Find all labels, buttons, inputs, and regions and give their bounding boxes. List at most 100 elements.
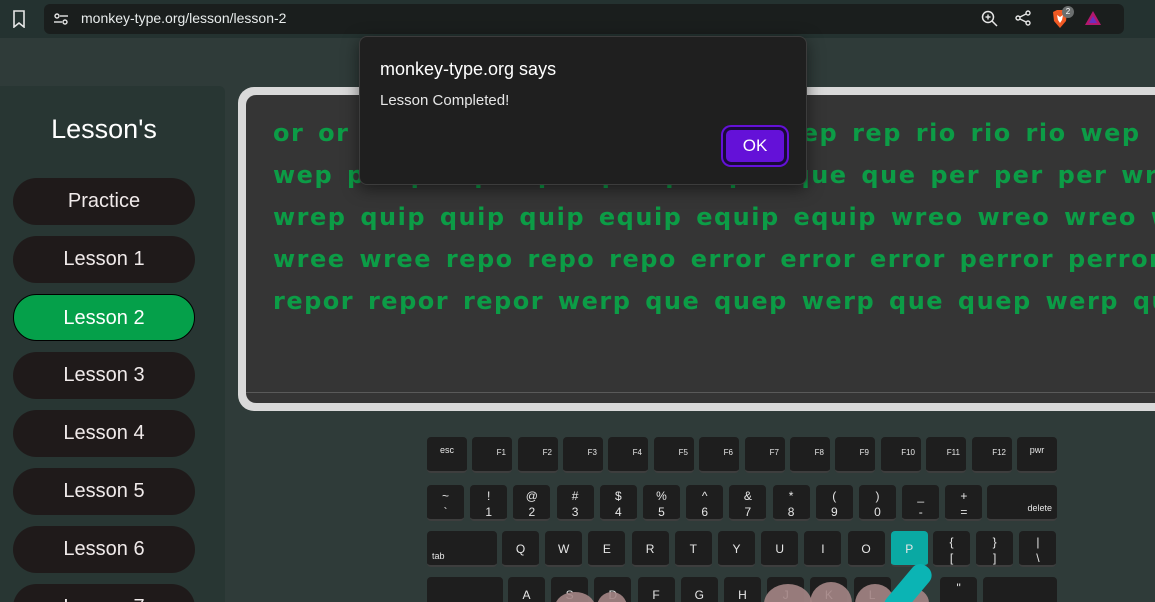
key-g[interactable]: G — [680, 577, 718, 602]
bookmark-icon[interactable] — [12, 10, 26, 28]
key-r[interactable]: R — [631, 531, 669, 567]
key-label: 2 — [528, 505, 536, 519]
key-t[interactable]: T — [674, 531, 712, 567]
key-bracket-0[interactable]: {[ — [933, 531, 970, 567]
key-label: ] — [993, 551, 997, 565]
key-number-10[interactable]: ) 0 — [859, 485, 896, 521]
key-label: [ — [949, 551, 954, 565]
key-label: pwr — [1029, 445, 1045, 455]
key-p[interactable]: P — [890, 531, 928, 567]
key-a[interactable]: A — [508, 577, 545, 602]
key-delete[interactable]: delete — [987, 485, 1057, 521]
key-shift-label: ~ — [441, 489, 449, 503]
typing-line-5: repor repor repor werp que quep werp que… — [273, 287, 1155, 315]
brave-rewards-icon[interactable] — [1084, 10, 1102, 26]
key-f11[interactable]: F11 — [926, 437, 966, 473]
zoom-icon[interactable] — [981, 10, 998, 27]
key-number-4[interactable]: $4 — [599, 485, 637, 521]
site-info-icon[interactable] — [53, 11, 69, 27]
key-bracket-1[interactable]: }] — [976, 531, 1014, 567]
key-label: R — [645, 542, 655, 556]
key-label: O — [861, 542, 871, 556]
key-f3[interactable]: F3 — [563, 437, 603, 473]
key-o[interactable]: O — [847, 531, 885, 567]
key-f10[interactable]: F10 — [881, 437, 921, 473]
key-label: 8 — [787, 505, 795, 519]
key-shift-label: ) — [875, 489, 880, 503]
key-number-1[interactable]: ! 1 — [470, 485, 508, 521]
key-number-0[interactable]: ~ ` — [427, 485, 464, 521]
key-f9[interactable]: F9 — [835, 437, 875, 473]
key-pwr[interactable]: pwr — [1017, 437, 1057, 473]
key-number-8[interactable]: * 8 — [772, 485, 810, 521]
key-label: E — [602, 542, 611, 556]
key-i[interactable]: I — [804, 531, 842, 567]
key-shift-label: { — [949, 535, 954, 549]
key-number-11[interactable]: _ - — [902, 485, 940, 521]
key-number-7[interactable]: & 7 — [729, 485, 767, 521]
dialog-message: Lesson Completed! — [380, 92, 510, 109]
key-label: F5 — [678, 448, 688, 457]
key-shift-label: # — [571, 489, 579, 503]
key-q[interactable]: Q — [502, 531, 539, 567]
key-label: tab — [432, 551, 445, 561]
sidebar-item-practice[interactable]: Practice — [13, 178, 195, 225]
key-shift-label: & — [743, 489, 752, 503]
sidebar-item-lesson-1[interactable]: Lesson 1 — [13, 236, 195, 283]
key-label: F9 — [859, 448, 869, 457]
key-f12[interactable]: F12 — [972, 437, 1012, 473]
key-label: T — [689, 542, 697, 556]
key-f4[interactable]: F4 — [608, 437, 648, 473]
sidebar-item-lesson-2[interactable]: Lesson 2 — [13, 294, 195, 341]
key-w[interactable]: W — [545, 531, 583, 567]
key-h[interactable]: H — [724, 577, 761, 602]
key-label: 6 — [701, 505, 709, 519]
key-number-5[interactable]: % 5 — [643, 485, 680, 521]
key-u[interactable]: U — [761, 531, 799, 567]
key-bracket-2[interactable]: | \ — [1019, 531, 1057, 567]
url-text[interactable]: monkey-type.org/lesson/lesson-2 — [81, 10, 286, 26]
key-number-2[interactable]: @2 — [513, 485, 551, 521]
key-caps-lock[interactable]: caps lock — [427, 577, 503, 602]
key-label: F12 — [992, 448, 1006, 457]
key-f5[interactable]: F5 — [654, 437, 694, 473]
key-quote[interactable]: " — [940, 577, 978, 602]
key-label: F10 — [901, 448, 915, 457]
key-f7[interactable]: F7 — [745, 437, 785, 473]
key-label: F1 — [496, 448, 506, 457]
key-number-3[interactable]: #3 — [556, 485, 594, 521]
key-label: Q — [515, 542, 526, 556]
key-label: A — [522, 588, 531, 602]
sidebar-item-lesson-5[interactable]: Lesson 5 — [13, 468, 195, 515]
key-shift-label: ^ — [701, 489, 708, 503]
key-label: W — [558, 542, 570, 556]
key-number-12[interactable]: + = — [945, 485, 983, 521]
key-number-9[interactable]: (9 — [815, 485, 853, 521]
key-label: 7 — [744, 505, 752, 519]
key-shift-label: @ — [525, 489, 538, 503]
key-label: F4 — [632, 448, 642, 457]
key-y[interactable]: Y — [718, 531, 755, 567]
sidebar-item-lesson-4[interactable]: Lesson 4 — [13, 410, 195, 457]
sidebar-item-lesson-6[interactable]: Lesson 6 — [13, 526, 195, 573]
key-f1[interactable]: F1 — [472, 437, 512, 473]
key-f[interactable]: F — [637, 577, 675, 602]
alert-dialog: monkey-type.org says Lesson Completed! O… — [359, 36, 807, 185]
key-label: 9 — [830, 505, 838, 519]
key-f6[interactable]: F6 — [699, 437, 739, 473]
lesson-sidebar: Lesson's Practice Lesson 1 Lesson 2 Less… — [0, 86, 225, 602]
key-number-6[interactable]: ^ 6 — [686, 485, 724, 521]
key-esc[interactable]: esc — [427, 437, 467, 473]
ok-button[interactable]: OK — [723, 127, 787, 165]
key-label: 4 — [614, 505, 622, 519]
key-return[interactable]: return — [983, 577, 1057, 602]
share-icon[interactable] — [1015, 10, 1031, 26]
key-label: ` — [443, 505, 448, 519]
key-tab[interactable]: tab — [427, 531, 497, 567]
key-f2[interactable]: F2 — [518, 437, 558, 473]
shield-count-badge: 2 — [1062, 6, 1074, 18]
sidebar-item-lesson-3[interactable]: Lesson 3 — [13, 352, 195, 399]
key-f8[interactable]: F8 — [790, 437, 830, 473]
sidebar-item-lesson-7[interactable]: Lesson 7 — [13, 584, 195, 602]
key-e[interactable]: E — [588, 531, 626, 567]
